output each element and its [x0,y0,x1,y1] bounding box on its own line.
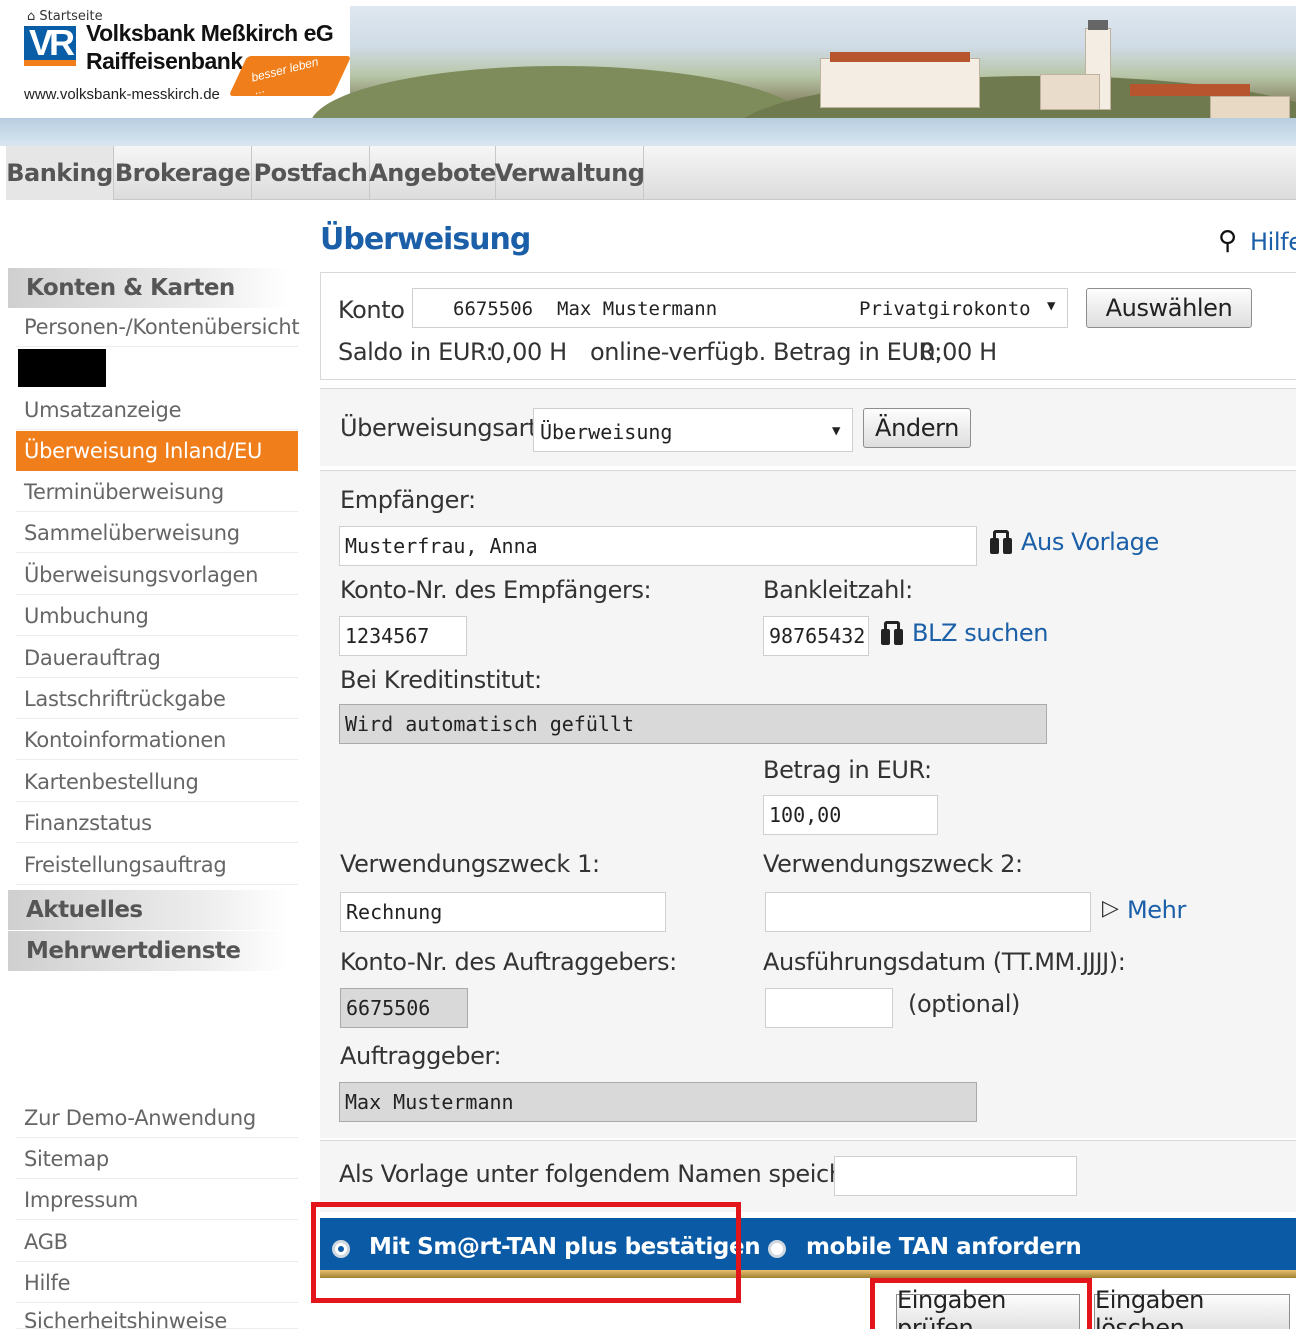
purpose1-input[interactable]: Rechnung [340,892,666,932]
tab-verwaltung[interactable]: Verwaltung [495,146,645,200]
sidebar-item-kontoinformationen[interactable]: Kontoinformationen [16,720,298,760]
tan-option-mobiletan-label[interactable]: mobile TAN anfordern [806,1234,1082,1260]
transfer-type-select[interactable]: Überweisung ▼ [533,408,853,452]
sidebar-item-freistellungsauftrag[interactable]: Freistellungsauftrag [16,845,298,885]
sidebar-item-personen-uebersicht[interactable]: Personen-/Kontenübersicht [16,307,300,347]
sidebar-item-kartenbestellung[interactable]: Kartenbestellung [16,762,298,802]
binoculars-icon[interactable] [990,530,1012,554]
chevron-down-icon: ▼ [1047,298,1056,314]
saldo-value: 0,00 H [490,338,567,366]
highlight-box-check [870,1278,1092,1329]
account-label: Konto [338,296,405,324]
purpose2-label: Verwendungszweck 2: [763,850,1023,878]
sidebar-item-vorlagen[interactable]: Überweisungsvorlagen [16,555,298,595]
highlight-box-tan [311,1202,741,1303]
date-optional-note: (optional) [908,990,1020,1018]
transfer-type-label: Überweisungsart: [340,414,545,442]
sender-field: Max Mustermann [339,1082,977,1122]
institute-field: Wird automatisch gefüllt [339,704,1047,744]
sidebar-footer-sicherheit[interactable]: Sicherheitshinweise [16,1303,298,1329]
date-label: Ausführungsdatum (TT.MM.JJJJ): [763,948,1126,976]
sidebar-item-ueberweisung[interactable]: Überweisung Inland/EU [16,431,298,471]
bank-name: Volksbank Meßkirch eG [86,20,334,46]
help-link[interactable]: Hilfe [1250,228,1296,256]
sidebar-item-umsatzanzeige[interactable]: Umsatzanzeige [16,390,298,430]
bank-url: www.volksbank-messkirch.de [24,86,220,103]
sidebar-footer-demo[interactable]: Zur Demo-Anwendung [16,1098,298,1138]
recipient-input[interactable]: Musterfrau, Anna [339,526,977,566]
sidebar-footer-agb[interactable]: AGB [16,1222,298,1262]
recipient-account-input[interactable]: 1234567 [339,616,467,656]
available-label: online-verfügb. Betrag in EUR: [590,338,942,366]
sidebar-section-mehrwertdienste[interactable]: Mehrwertdienste [8,931,288,971]
blz-label: Bankleitzahl: [763,576,913,604]
sender-account-field: 6675506 [340,988,468,1028]
binoculars-icon[interactable] [881,621,903,645]
header-banner-image [310,6,1296,196]
header-blue-band [0,118,1296,146]
tab-postfach[interactable]: Postfach [252,146,370,200]
header: ⌂ Startseite VR Volksbank Meßkirch eG Ra… [0,0,1296,196]
blz-input[interactable]: 98765432 [763,616,869,656]
recipient-account-label: Konto-Nr. des Empfängers: [340,576,652,604]
sidebar-item-finanzstatus[interactable]: Finanzstatus [16,803,298,843]
chevron-down-icon: ▼ [832,423,841,439]
sidebar-item-umbuchung[interactable]: Umbuchung [16,596,298,636]
purpose1-label: Verwendungszweck 1: [340,850,600,878]
template-save-label: Als Vorlage unter folgendem Namen speich… [339,1160,890,1188]
redacted-block [18,349,106,387]
sender-label: Auftraggeber: [340,1042,502,1070]
purpose2-input[interactable] [765,892,1091,932]
more-link[interactable]: Mehr [1127,896,1186,924]
page-title: Überweisung [320,222,531,257]
template-save-input[interactable] [834,1156,1077,1196]
sender-account-label: Konto-Nr. des Auftraggebers: [340,948,677,976]
from-template-link[interactable]: Aus Vorlage [1021,528,1159,556]
sidebar-section-aktuelles[interactable]: Aktuelles [8,890,288,930]
blz-search-link[interactable]: BLZ suchen [912,619,1048,647]
tab-banking[interactable]: Banking [6,146,114,200]
account-select-button[interactable]: Auswählen [1086,288,1252,328]
recipient-label: Empfänger: [340,486,476,514]
amount-label: Betrag in EUR: [763,756,932,784]
play-arrow-icon: ▷ [1102,896,1119,921]
tab-angebote[interactable]: Angebote [369,146,496,200]
tan-option-mobiletan-radio[interactable] [768,1240,786,1258]
sidebar-footer-impressum[interactable]: Impressum [16,1180,298,1220]
help-icon[interactable]: ⚲ [1218,226,1237,256]
sidebar-section-konten[interactable]: Konten & Karten [8,268,288,308]
clear-inputs-button[interactable]: Eingaben löschen [1094,1286,1290,1329]
main-nav: Banking Brokerage Postfach Angebote Verw… [6,146,1296,200]
institute-label: Bei Kreditinstitut: [340,666,542,694]
sidebar-footer-sitemap[interactable]: Sitemap [16,1139,298,1179]
bank-name-2: Raiffeisenbank [86,48,243,74]
sidebar-item-lastschriftrueckgabe[interactable]: Lastschriftrückgabe [16,679,298,719]
account-select[interactable]: 6675506 Max Mustermann Privatgirokonto ▼ [412,288,1068,328]
amount-input[interactable]: 100,00 [763,795,938,835]
sidebar-item-sammelueberweisung[interactable]: Sammelüberweisung [16,513,298,553]
date-input[interactable] [765,988,893,1028]
saldo-label: Saldo in EUR: [338,338,494,366]
sidebar-item-dauerauftrag[interactable]: Dauerauftrag [16,638,298,678]
sidebar-item-terminueberweisung[interactable]: Terminüberweisung [16,472,298,512]
available-value: 0,00 H [920,338,997,366]
change-button[interactable]: Ändern [863,408,971,448]
sidebar-footer-hilfe[interactable]: Hilfe [16,1263,298,1303]
tab-brokerage[interactable]: Brokerage [114,146,252,200]
